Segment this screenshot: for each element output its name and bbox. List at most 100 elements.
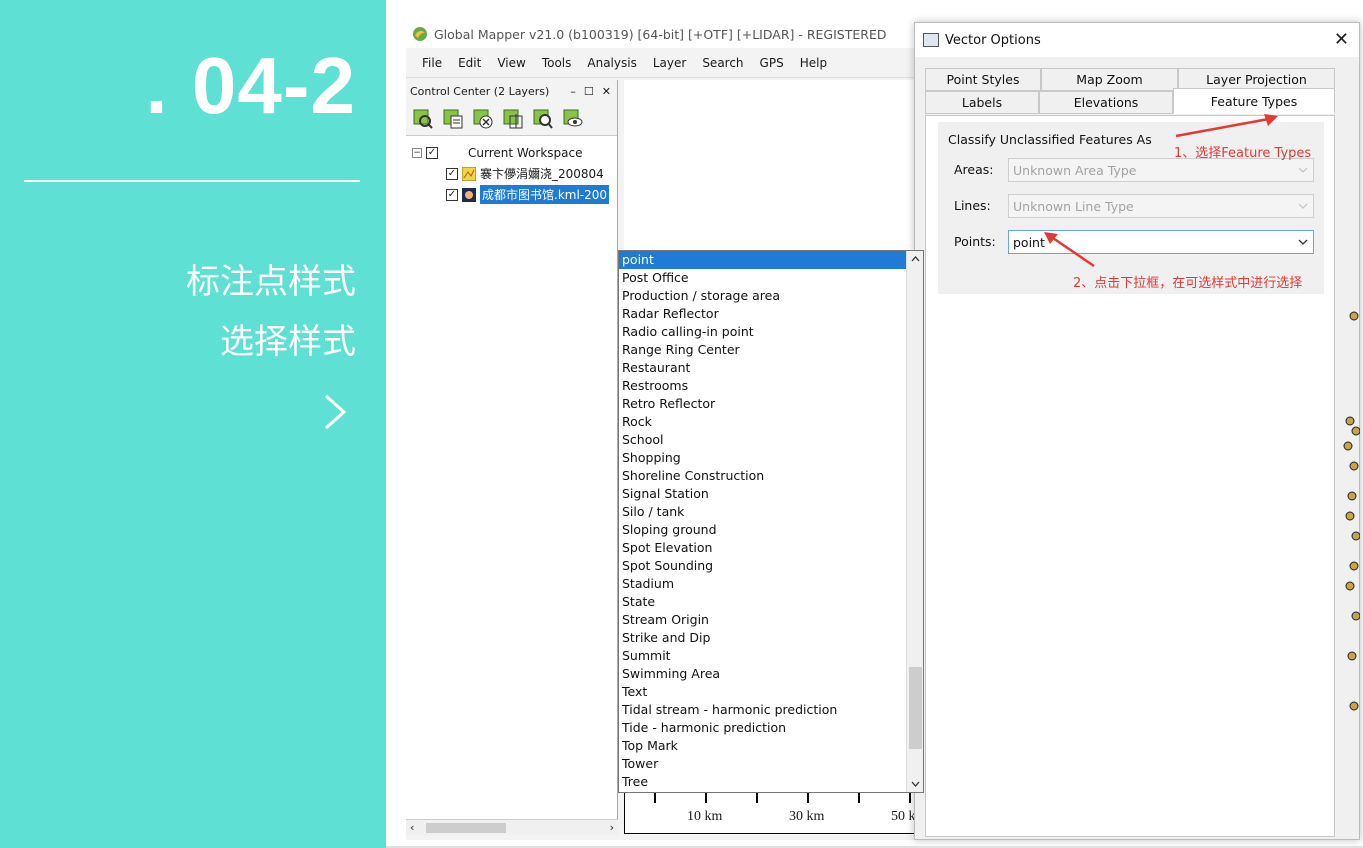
dropdown-option[interactable]: Sloping ground <box>619 521 906 539</box>
dropdown-option[interactable]: Tidal stream - harmonic prediction <box>619 701 906 719</box>
lines-select[interactable]: Unknown Line Type <box>1008 194 1314 218</box>
annotation-arrow-1 <box>1175 114 1278 138</box>
dropdown-option[interactable]: Retro Reflector <box>619 395 906 413</box>
dropdown-items: point Post Office Production / storage are… <box>619 251 906 791</box>
map-points-strip <box>1343 311 1360 711</box>
scroll-up-icon[interactable] <box>909 254 922 264</box>
points-label: Points: <box>954 234 996 249</box>
dropdown-scroll-thumb[interactable] <box>909 667 922 749</box>
dropdown-option[interactable]: Silo / tank <box>619 503 906 521</box>
areas-select[interactable]: Unknown Area Type <box>1008 158 1314 182</box>
slide-side-panel: . 04-2 标注点样式 选择样式 <box>0 0 386 848</box>
dialog-title: Vector Options <box>945 32 1041 48</box>
scroll-down-icon[interactable] <box>909 779 922 789</box>
minimize-icon[interactable]: – <box>570 85 576 98</box>
menu-gps[interactable]: GPS <box>760 56 784 70</box>
collapse-icon[interactable]: − <box>412 147 422 158</box>
menu-search[interactable]: Search <box>702 56 743 70</box>
scroll-right-icon[interactable]: › <box>610 821 614 834</box>
dropdown-option[interactable]: Signal Station <box>619 485 906 503</box>
lines-select-value: Unknown Line Type <box>1013 198 1134 214</box>
dropdown-option[interactable]: Tower <box>619 755 906 773</box>
menu-layer[interactable]: Layer <box>653 56 686 70</box>
maximize-icon[interactable]: ☐ <box>584 85 594 98</box>
dropdown-option[interactable]: School <box>619 431 906 449</box>
dropdown-option[interactable]: Radar Reflector <box>619 305 906 323</box>
workspace-checkbox[interactable]: ✓ <box>426 146 438 159</box>
annotation-arrow-2 <box>1044 232 1095 268</box>
tab-point-styles[interactable]: Point Styles <box>925 68 1041 91</box>
dropdown-option[interactable]: Strike and Dip <box>619 629 906 647</box>
menu-file[interactable]: File <box>422 56 442 70</box>
layer-metadata-icon[interactable] <box>442 108 464 130</box>
feature-types-panel: Classify Unclassified Features As Areas:… <box>925 115 1335 837</box>
menu-analysis[interactable]: Analysis <box>587 56 636 70</box>
dropdown-option[interactable]: Production / storage area <box>619 287 906 305</box>
dropdown-option[interactable]: Spot Elevation <box>619 539 906 557</box>
dropdown-option[interactable]: Stream Origin <box>619 611 906 629</box>
dropdown-option[interactable]: Summit <box>619 647 906 665</box>
layer-row-1[interactable]: ✓ 褰卞儚涓嬭浇_200804 <box>412 163 617 184</box>
raster-layer-icon <box>462 166 476 181</box>
dropdown-option[interactable]: Shopping <box>619 449 906 467</box>
chevron-down-icon <box>1298 239 1308 245</box>
menu-help[interactable]: Help <box>800 56 827 70</box>
chevron-right-icon[interactable] <box>320 392 350 432</box>
zoom-to-layer-icon[interactable] <box>412 108 434 130</box>
layer-options-icon[interactable] <box>502 108 524 130</box>
layer-tree: − ✓ Current Workspace ✓ 褰卞儚涓嬭浇_200804 ✓ … <box>406 136 617 205</box>
classify-group-title: Classify Unclassified Features As <box>948 132 1152 147</box>
horizontal-scrollbar[interactable]: ‹ › <box>406 819 618 835</box>
control-center-toolbar <box>406 102 617 136</box>
dropdown-option[interactable]: Swimming Area <box>619 665 906 683</box>
points-dropdown-list[interactable]: point Post Office Production / storage are… <box>618 250 924 793</box>
dropdown-option[interactable]: Radio calling-in point <box>619 323 906 341</box>
dropdown-option[interactable]: State <box>619 593 906 611</box>
dropdown-option[interactable]: Post Office <box>619 269 906 287</box>
dropdown-option[interactable]: Rock <box>619 413 906 431</box>
scale-label-10: 10 km <box>687 809 723 824</box>
workspace-label: Current Workspace <box>468 145 583 160</box>
areas-label: Areas: <box>954 162 994 177</box>
scale-label-50: 50 k <box>891 809 916 824</box>
menu-bar: File Edit View Tools Analysis Layer Sear… <box>406 48 926 78</box>
dropdown-option[interactable]: Spot Sounding <box>619 557 906 575</box>
menu-view[interactable]: View <box>497 56 525 70</box>
chevron-down-icon <box>1298 167 1308 173</box>
close-layer-icon[interactable] <box>472 108 494 130</box>
layer-row-2[interactable]: ✓ 成都市图书馆.kml-200 <box>412 184 617 205</box>
menu-tools[interactable]: Tools <box>542 56 572 70</box>
control-center-title: Control Center (2 Layers) <box>410 84 550 98</box>
dropdown-option[interactable]: Text <box>619 683 906 701</box>
section-subtitle-1: 标注点样式 <box>186 262 356 302</box>
layer-1-checkbox[interactable]: ✓ <box>446 167 458 180</box>
dialog-body: Point Styles Map Zoom Layer Projection L… <box>915 57 1359 839</box>
dialog-window-icon <box>923 33 939 47</box>
menu-edit[interactable]: Edit <box>458 56 481 70</box>
dropdown-option[interactable]: point <box>619 251 906 269</box>
global-mapper-logo-icon <box>413 27 427 41</box>
dropdown-option[interactable]: Stadium <box>619 575 906 593</box>
layer-2-checkbox[interactable]: ✓ <box>446 188 458 201</box>
tab-map-zoom[interactable]: Map Zoom <box>1041 68 1178 91</box>
dropdown-option[interactable]: Restaurant <box>619 359 906 377</box>
layer-1-label: 褰卞儚涓嬭浇_200804 <box>480 167 604 181</box>
scroll-left-icon[interactable]: ‹ <box>410 821 414 834</box>
dropdown-option[interactable]: Restrooms <box>619 377 906 395</box>
show-hide-layer-icon[interactable] <box>562 108 584 130</box>
close-icon[interactable]: ✕ <box>602 85 611 98</box>
dropdown-option[interactable]: Tree <box>619 773 906 791</box>
dropdown-scrollbar[interactable] <box>906 251 923 792</box>
dropdown-option[interactable]: Range Ring Center <box>619 341 906 359</box>
tab-elevations[interactable]: Elevations <box>1039 91 1173 114</box>
workspace-row[interactable]: − ✓ Current Workspace <box>412 142 617 163</box>
dialog-titlebar: Vector Options <box>915 23 1359 57</box>
find-in-layer-icon[interactable] <box>532 108 554 130</box>
window-titlebar: Global Mapper v21.0 (b100319) [64-bit] [… <box>406 20 926 48</box>
tab-labels[interactable]: Labels <box>925 91 1039 114</box>
annotation-step-2: 2、点击下拉框，在可选样式中进行选择 <box>1073 276 1303 291</box>
dropdown-option[interactable]: Top Mark <box>619 737 906 755</box>
dropdown-option[interactable]: Tide - harmonic prediction <box>619 719 906 737</box>
dropdown-option[interactable]: Shoreline Construction <box>619 467 906 485</box>
scroll-thumb[interactable] <box>426 823 506 833</box>
